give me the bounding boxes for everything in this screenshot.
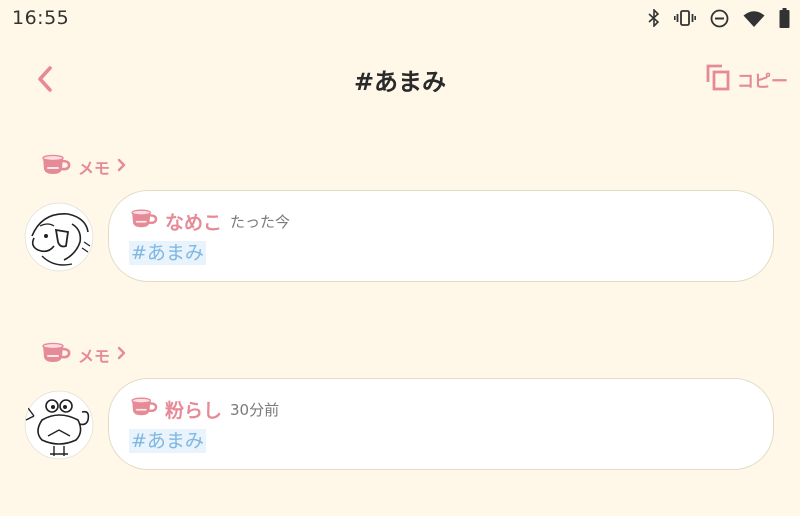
note-bubble[interactable]: 粉らし 30分前 #あまみ: [108, 378, 774, 470]
channel-link[interactable]: メモ: [40, 154, 128, 180]
wifi-icon: [743, 10, 765, 27]
cup-icon: [129, 208, 159, 234]
user-name[interactable]: 粉らし: [165, 396, 222, 423]
avatar[interactable]: [24, 202, 94, 272]
chevron-right-icon: [116, 345, 128, 365]
status-icons: [648, 8, 790, 28]
chevron-right-icon: [116, 157, 128, 177]
status-bar: 16:55: [0, 0, 800, 36]
avatar[interactable]: [24, 390, 94, 460]
user-name[interactable]: なめこ: [165, 208, 222, 235]
hashtag-link[interactable]: #あまみ: [129, 241, 206, 265]
copy-icon: [705, 63, 731, 95]
copy-label: コピー: [737, 71, 788, 92]
note-time: たった今: [230, 212, 291, 231]
copy-button[interactable]: コピー: [705, 64, 788, 94]
hashtag-link[interactable]: #あまみ: [129, 429, 206, 453]
header: #あまみ コピー: [0, 50, 800, 106]
note-bubble[interactable]: なめこ たった今 #あまみ: [108, 190, 774, 282]
vibrate-icon: [674, 9, 696, 27]
cup-icon: [129, 396, 159, 422]
bluetooth-icon: [648, 9, 660, 27]
do-not-disturb-icon: [710, 9, 729, 28]
note-time: 30分前: [230, 400, 280, 419]
status-time: 16:55: [12, 7, 70, 29]
note-header: 粉らし 30分前: [129, 395, 279, 423]
note-header: なめこ たった今: [129, 207, 290, 235]
cup-icon: [40, 153, 72, 181]
battery-icon: [779, 8, 790, 28]
page-title: #あまみ: [353, 68, 447, 96]
channel-link[interactable]: メモ: [40, 342, 128, 368]
channel-label: メモ: [78, 347, 111, 366]
channel-label: メモ: [78, 159, 111, 178]
cup-icon: [40, 341, 72, 369]
